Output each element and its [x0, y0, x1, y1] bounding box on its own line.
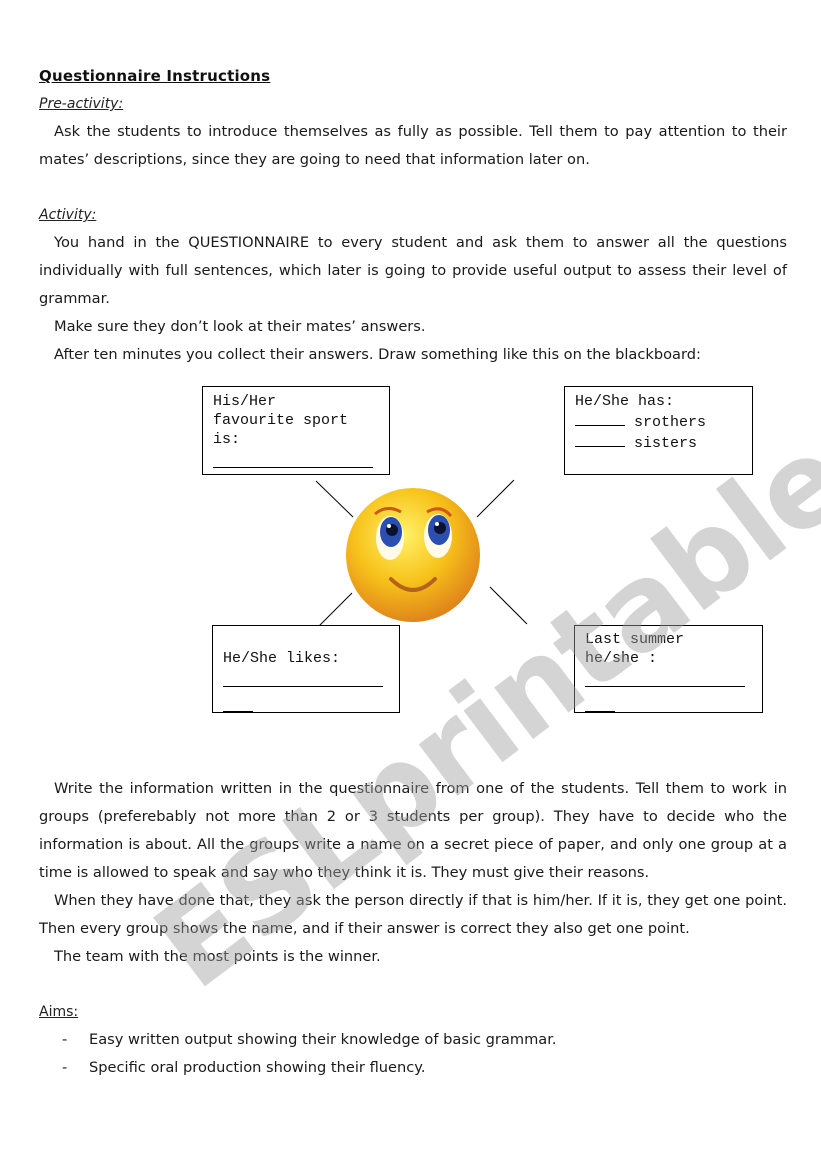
answer-blank: [223, 672, 383, 687]
paragraph: Ask the students to introduce themselves…: [39, 123, 787, 168]
connector-line-bottom-right: [489, 586, 528, 625]
box-text: is:: [213, 431, 241, 448]
paragraph: After ten minutes you collect their answ…: [54, 346, 701, 363]
box-text: sisters: [634, 435, 698, 452]
answer-blank: [575, 411, 625, 426]
box-likes: He/She likes:: [212, 625, 400, 713]
activity-text: You hand in the QUESTIONNAIRE to every s…: [39, 229, 787, 369]
box-text: Last summer: [585, 631, 685, 648]
box-siblings: He/She has: srothers sisters: [564, 386, 753, 475]
box-text: he/she :: [585, 650, 658, 667]
bullet-dash: -: [62, 1031, 68, 1048]
paragraph: When they have done that, they ask the p…: [39, 892, 787, 937]
aim-text: Easy written output showing their knowle…: [89, 1031, 557, 1048]
box-text: He/She likes:: [223, 650, 341, 667]
paragraph: The team with the most points is the win…: [54, 948, 381, 965]
answer-blank: [585, 697, 615, 712]
answer-blank: [575, 432, 625, 447]
answer-blank: [585, 672, 745, 687]
aims-list-item: - Specific oral production showing their…: [62, 1054, 557, 1082]
paragraph: You hand in the QUESTIONNAIRE to every s…: [39, 234, 787, 307]
pre-activity-label: Pre-activity:: [39, 96, 124, 112]
aims-label: Aims:: [39, 1004, 79, 1020]
aims-list: - Easy written output showing their know…: [62, 1026, 557, 1082]
document-title: Questionnaire Instructions: [39, 67, 271, 85]
aims-list-item: - Easy written output showing their know…: [62, 1026, 557, 1054]
box-text: He/She has:: [575, 393, 675, 410]
box-favourite-sport: His/Her favourite sport is:: [202, 386, 390, 475]
box-text: srothers: [634, 414, 707, 431]
smiley-face-icon: [346, 488, 480, 622]
box-text: His/Her: [213, 393, 277, 410]
pre-activity-text: Ask the students to introduce themselves…: [39, 118, 787, 174]
game-instructions-text: Write the information written in the que…: [39, 775, 787, 971]
aim-text: Specific oral production showing their f…: [89, 1059, 426, 1076]
answer-blank: [213, 453, 373, 468]
box-last-summer: Last summer he/she :: [574, 625, 763, 713]
box-text: favourite sport: [213, 412, 349, 429]
activity-label: Activity:: [39, 207, 97, 223]
answer-blank: [223, 697, 253, 712]
paragraph: Make sure they don’t look at their mates…: [54, 318, 426, 335]
bullet-dash: -: [62, 1059, 68, 1076]
paragraph: Write the information written in the que…: [39, 780, 787, 881]
